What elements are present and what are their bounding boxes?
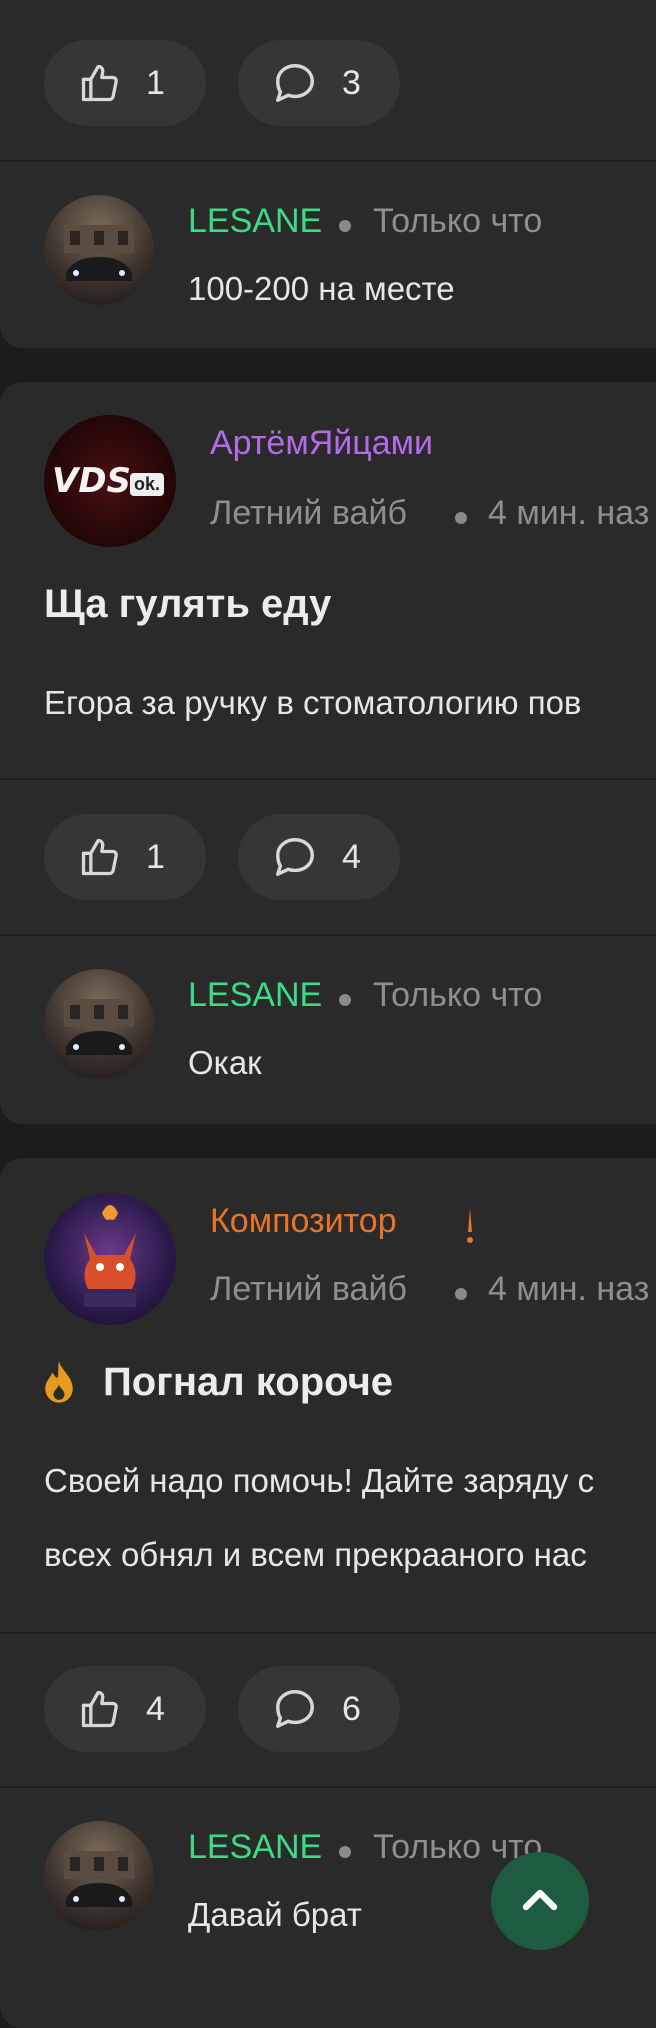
- post-community[interactable]: Летний вайб: [210, 1270, 407, 1309]
- fox-icon: [84, 1205, 136, 1307]
- thumbs-up-icon: [81, 64, 118, 102]
- separator-dot: [455, 512, 467, 524]
- avatar[interactable]: [44, 969, 154, 1079]
- separator-dot: [339, 994, 351, 1006]
- separator-dot: [339, 220, 351, 232]
- post-card-2: VDS ok. АртёмЯйцами Летний вайб 4 мин. н…: [0, 382, 656, 1124]
- avatar-logo-text: VDS: [52, 461, 132, 501]
- divider: [0, 160, 656, 162]
- comments-button[interactable]: 6: [238, 1666, 400, 1752]
- avatar[interactable]: VDS ok.: [44, 415, 176, 547]
- post-body-line-2[interactable]: всех обнял и всем прекрааного нас: [44, 1536, 587, 1574]
- post-card-1: 1 3 LESANE Только что 100-200 на месте: [0, 0, 656, 348]
- divider: [0, 778, 656, 780]
- comment-bubble-icon: [276, 64, 314, 102]
- comments-button[interactable]: 4: [238, 814, 400, 900]
- comment-text: Давай брат: [188, 1896, 362, 1933]
- comment-text: Окак: [188, 1044, 262, 1081]
- comments-button[interactable]: 3: [238, 40, 400, 126]
- comment-count: 3: [342, 63, 361, 102]
- car-icon: [64, 1851, 134, 1907]
- post-title[interactable]: Ща гулять еду: [44, 582, 331, 627]
- post-author[interactable]: Композитор: [210, 1202, 397, 1241]
- car-icon: [64, 999, 134, 1055]
- comment-bubble-icon: [276, 1690, 314, 1728]
- post-body[interactable]: Егора за ручку в стоматологию пов: [44, 684, 581, 722]
- like-count: 1: [146, 837, 165, 876]
- avatar[interactable]: [44, 195, 154, 305]
- thumbs-up-icon: [81, 838, 118, 876]
- comment-text: 100-200 на месте: [188, 270, 455, 307]
- separator-dot: [339, 1846, 351, 1858]
- post-time: 4 мин. наз: [488, 494, 650, 532]
- exclamation-icon: [467, 1208, 473, 1243]
- comment-count: 4: [342, 837, 361, 876]
- divider: [0, 1786, 656, 1788]
- chevron-up-icon: [522, 1889, 558, 1911]
- comment-count: 6: [342, 1689, 361, 1728]
- comment-author[interactable]: LESANE: [188, 976, 322, 1015]
- like-button[interactable]: 1: [44, 814, 206, 900]
- avatar[interactable]: [44, 1193, 176, 1325]
- divider: [0, 934, 656, 936]
- comment-time: Только что: [373, 976, 543, 1014]
- comment-time: Только что: [373, 202, 543, 240]
- scroll-to-top-button[interactable]: [491, 1852, 589, 1950]
- post-time: 4 мин. наз: [488, 1270, 650, 1308]
- like-button[interactable]: 1: [44, 40, 206, 126]
- post-title[interactable]: Погнал короче: [103, 1360, 393, 1405]
- fire-icon: [45, 1361, 73, 1403]
- car-icon: [64, 225, 134, 281]
- post-author[interactable]: АртёмЯйцами: [210, 424, 433, 463]
- separator-dot: [455, 1288, 467, 1300]
- post-community[interactable]: Летний вайб: [210, 494, 407, 533]
- divider: [0, 1632, 656, 1634]
- post-body-line-1[interactable]: Своей надо помочь! Дайте заряду с: [44, 1462, 594, 1500]
- like-count: 4: [146, 1689, 165, 1728]
- avatar-logo-badge: ok.: [130, 473, 165, 496]
- like-count: 1: [146, 63, 165, 102]
- avatar[interactable]: [44, 1821, 154, 1931]
- comment-author[interactable]: LESANE: [188, 202, 322, 241]
- thumbs-up-icon: [81, 1690, 118, 1728]
- comment-author[interactable]: LESANE: [188, 1828, 322, 1867]
- comment-bubble-icon: [276, 838, 314, 876]
- like-button[interactable]: 4: [44, 1666, 206, 1752]
